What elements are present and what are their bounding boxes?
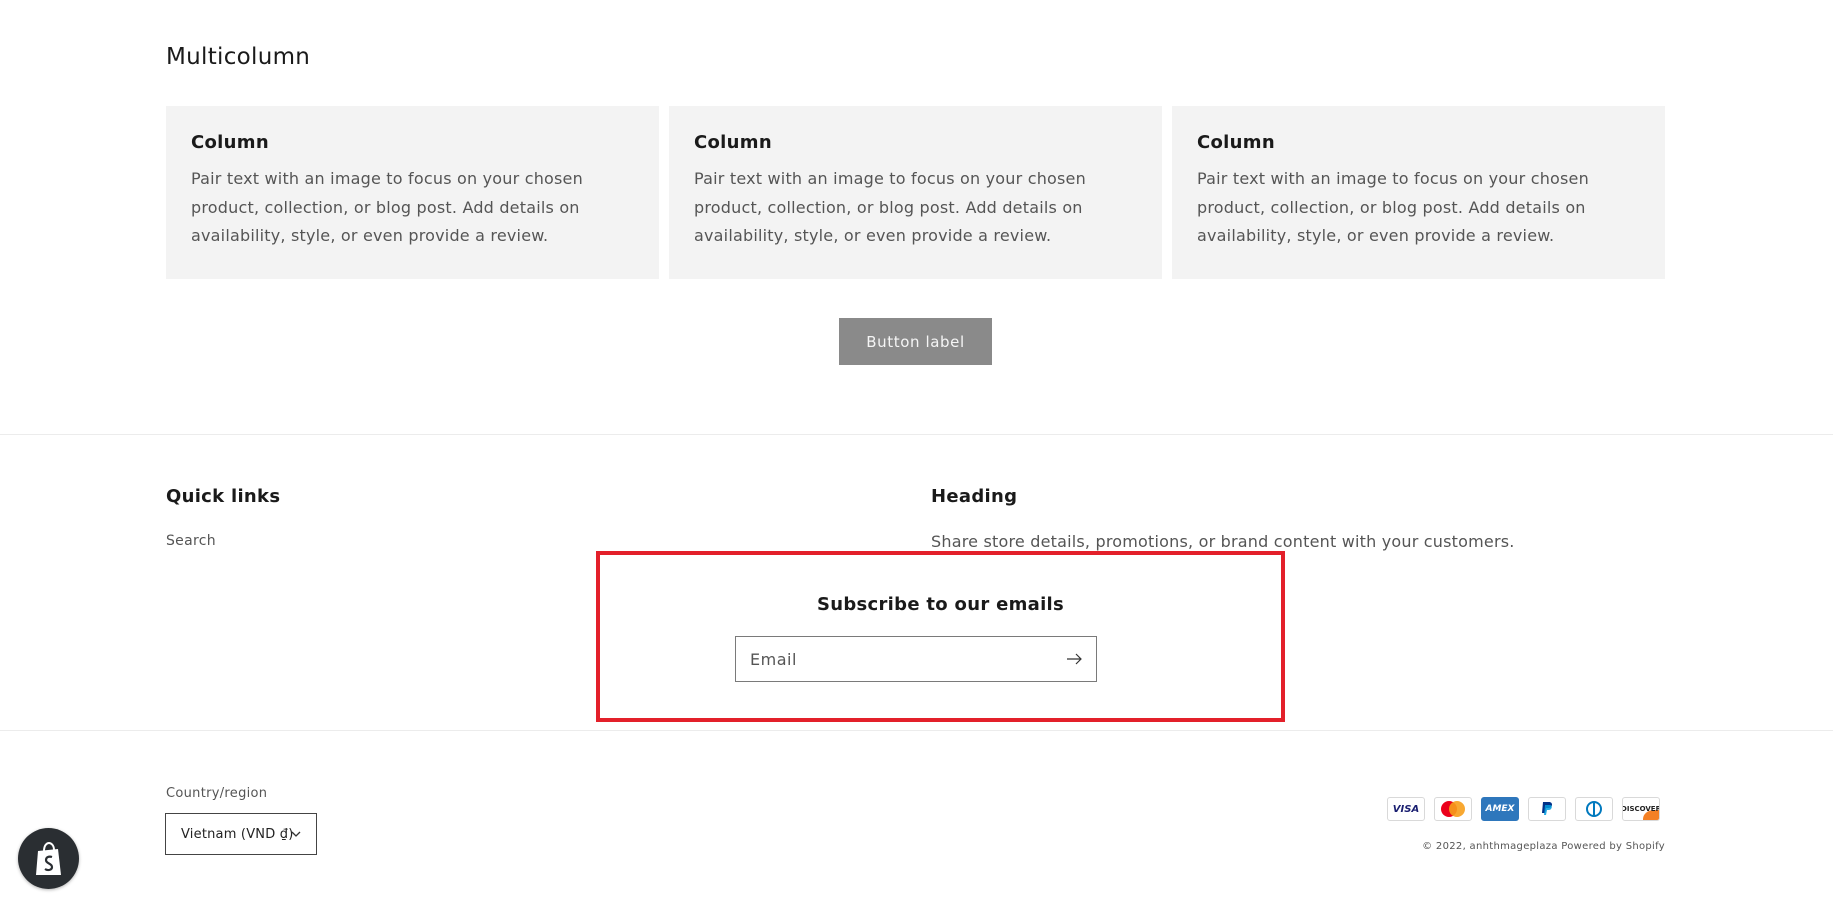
arrow-right-icon <box>1067 653 1082 665</box>
multicolumn-title: Multicolumn <box>166 44 311 70</box>
column-title: Column <box>694 132 772 153</box>
country-selector[interactable]: Vietnam (VND ₫) <box>165 813 317 855</box>
column-card: Column Pair text with an image to focus … <box>1172 106 1665 279</box>
country-region-label: Country/region <box>166 786 268 801</box>
country-selected-value: Vietnam (VND ₫) <box>181 826 294 842</box>
payment-icons: VISA AMEX DISCOVER <box>1387 797 1660 821</box>
discover-icon: DISCOVER <box>1622 797 1660 821</box>
mastercard-icon <box>1434 797 1472 821</box>
subscribe-submit-button[interactable] <box>1060 644 1090 674</box>
email-input[interactable] <box>736 637 1046 681</box>
visa-icon: VISA <box>1387 797 1425 821</box>
column-title: Column <box>191 132 269 153</box>
newsletter-highlight-box: Subscribe to our emails <box>596 551 1285 722</box>
column-card: Column Pair text with an image to focus … <box>669 106 1162 279</box>
multicolumn-grid: Column Pair text with an image to focus … <box>166 106 1665 279</box>
column-text: Pair text with an image to focus on your… <box>1197 169 1589 245</box>
newsletter-title: Subscribe to our emails <box>816 594 1065 615</box>
multicolumn-button[interactable]: Button label <box>839 318 992 365</box>
copyright-text: © 2022, anhthmageplaza Powered by Shopif… <box>1422 841 1665 852</box>
footer-top-divider <box>0 434 1833 435</box>
info-heading: Heading <box>931 486 1018 507</box>
paypal-icon <box>1528 797 1566 821</box>
column-text: Pair text with an image to focus on your… <box>694 169 1086 245</box>
shopify-badge[interactable] <box>18 828 79 889</box>
column-text: Pair text with an image to focus on your… <box>191 169 583 245</box>
chevron-down-icon <box>291 831 301 837</box>
footer-bottom-divider <box>0 730 1833 731</box>
quick-links-heading: Quick links <box>166 486 281 507</box>
newsletter-form <box>735 636 1097 682</box>
amex-icon: AMEX <box>1481 797 1519 821</box>
info-text: Share store details, promotions, or bran… <box>931 532 1515 551</box>
column-card: Column Pair text with an image to focus … <box>166 106 659 279</box>
diners-icon <box>1575 797 1613 821</box>
shopify-bag-icon <box>35 841 61 875</box>
column-title: Column <box>1197 132 1275 153</box>
footer-link-search[interactable]: Search <box>166 533 216 549</box>
